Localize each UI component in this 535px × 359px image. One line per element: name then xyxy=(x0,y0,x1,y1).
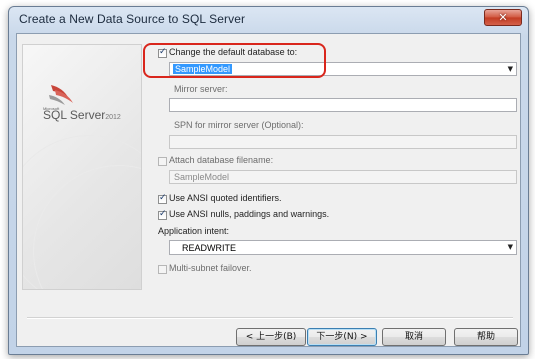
ansi-quoted-label: Use ANSI quoted identifiers. xyxy=(169,193,282,203)
attach-database-input[interactable]: SampleModel xyxy=(169,170,517,184)
back-button[interactable]: < 上一步(B) xyxy=(236,328,306,346)
dialog-window: Create a New Data Source to SQL Server ✕… xyxy=(8,6,529,355)
ansi-nulls-label: Use ANSI nulls, paddings and warnings. xyxy=(169,209,330,219)
ansi-quoted-checkbox[interactable] xyxy=(158,193,167,204)
attach-database-checkbox[interactable] xyxy=(158,157,167,166)
application-intent-combo[interactable]: READWRITE ▼ xyxy=(169,240,517,255)
product-version: 2012 xyxy=(105,114,121,121)
chevron-down-icon[interactable]: ▼ xyxy=(508,65,513,73)
mirror-server-input[interactable] xyxy=(169,98,517,112)
highlight-callout xyxy=(143,43,326,78)
window-title: Create a New Data Source to SQL Server xyxy=(19,12,246,26)
spn-mirror-input[interactable] xyxy=(169,135,517,149)
close-button[interactable]: ✕ xyxy=(484,9,522,26)
spn-mirror-label: SPN for mirror server (Optional): xyxy=(174,120,304,130)
close-icon: ✕ xyxy=(498,11,508,24)
sql-server-wordmark: SQL Server2012 xyxy=(43,108,121,122)
sql-server-logo-icon xyxy=(49,85,73,105)
mirror-server-label: Mirror server: xyxy=(174,84,228,94)
chevron-down-icon[interactable]: ▼ xyxy=(508,243,513,251)
multi-subnet-label: Multi-subnet failover. xyxy=(169,263,252,273)
product-name: SQL Server xyxy=(43,108,106,122)
multi-subnet-checkbox[interactable] xyxy=(158,265,167,274)
attach-database-label: Attach database filename: xyxy=(169,155,274,165)
ansi-nulls-checkbox[interactable] xyxy=(158,209,167,220)
dialog-client-area: Microsoft SQL Server2012 Change the defa… xyxy=(16,33,521,347)
application-intent-value: READWRITE xyxy=(182,243,236,253)
button-separator xyxy=(27,317,513,319)
title-bar[interactable]: Create a New Data Source to SQL Server ✕ xyxy=(9,7,528,33)
help-button[interactable]: 帮助 xyxy=(454,328,518,346)
application-intent-label: Application intent: xyxy=(158,226,230,236)
cancel-button[interactable]: 取消 xyxy=(382,328,446,346)
logo-panel: Microsoft SQL Server2012 xyxy=(22,44,142,290)
next-button[interactable]: 下一步(N) > xyxy=(307,328,377,346)
